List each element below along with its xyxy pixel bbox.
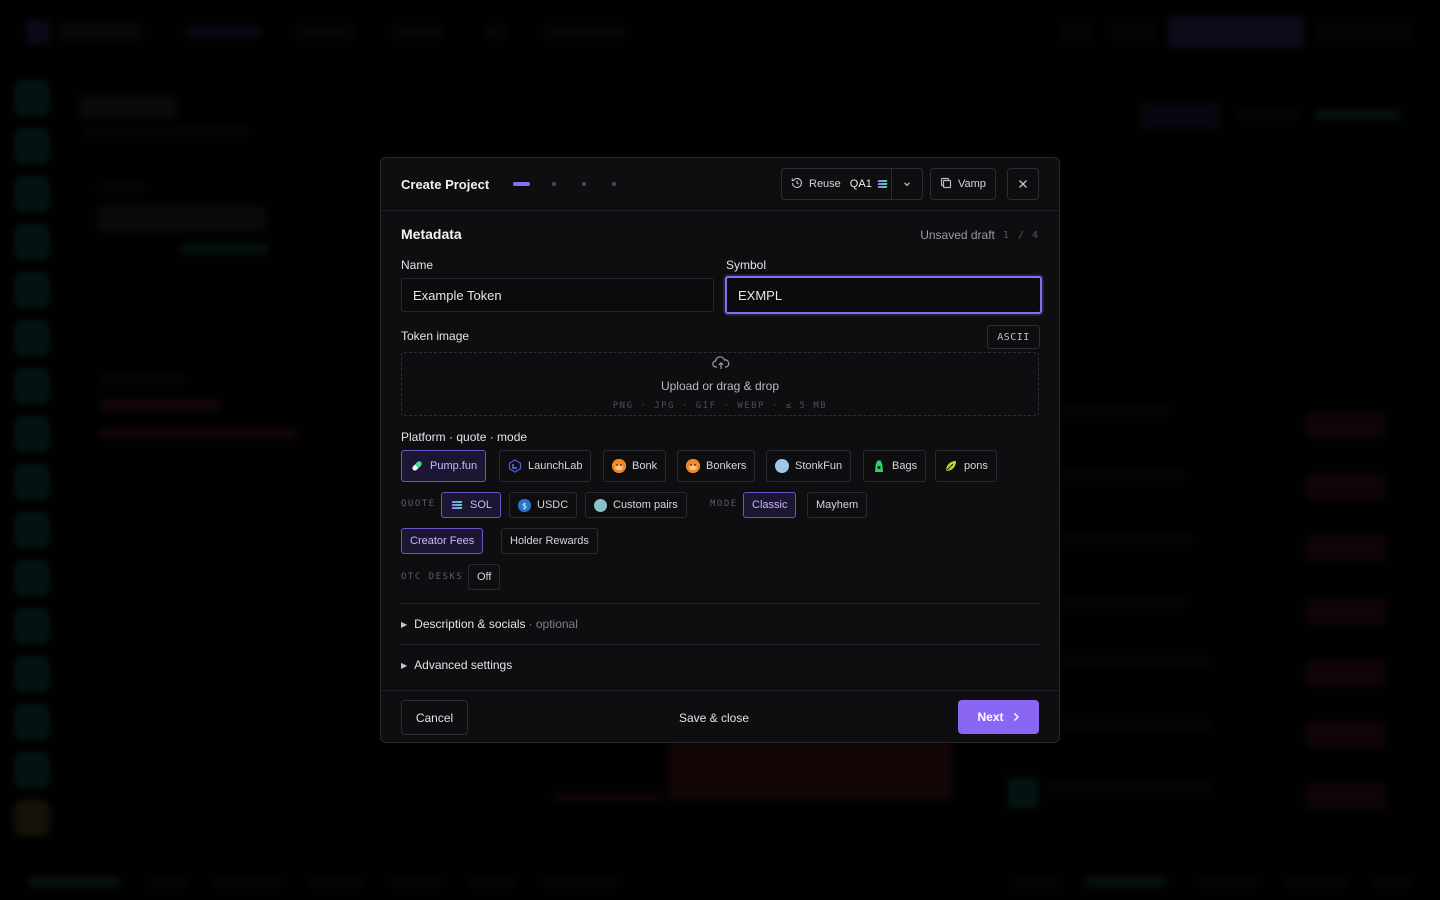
bonk-dog-icon <box>612 459 626 473</box>
divider <box>401 603 1039 604</box>
draft-status: Unsaved draft 1 / 4 <box>920 228 1039 242</box>
platform-chip-bonk[interactable]: Bonk <box>603 450 667 482</box>
mode-label: Classic <box>752 499 788 511</box>
solana-icon <box>451 501 463 509</box>
mode-chip-classic[interactable]: Classic <box>743 492 797 518</box>
page-separator: / <box>1017 229 1024 241</box>
name-label: Name <box>401 258 434 272</box>
fee-label: Creator Fees <box>410 535 475 547</box>
platform-label: Bonk <box>632 460 658 472</box>
quote-chip-usdc[interactable]: $ USDC <box>509 492 578 518</box>
symbol-input[interactable]: EXMPL <box>725 276 1042 314</box>
reuse-dropdown-toggle[interactable] <box>892 169 922 199</box>
pill-icon <box>410 459 424 473</box>
step-dot-4[interactable] <box>612 182 616 186</box>
upload-cloud-icon <box>712 356 730 369</box>
otc-desks-tag: OTC DESKS <box>401 572 464 582</box>
copy-icon <box>940 177 952 192</box>
token-image-label: Token image <box>401 329 470 343</box>
mode-tag: MODE <box>710 499 738 509</box>
section-title-metadata: Metadata <box>401 226 462 242</box>
launchlab-icon <box>508 459 522 473</box>
platform-label: Bonkers <box>706 460 747 472</box>
chevron-right-icon <box>1013 713 1019 721</box>
chevron-down-icon <box>904 182 910 187</box>
quote-label: Custom pairs <box>613 499 678 511</box>
platform-section-label: Platform · quote · mode <box>401 430 528 444</box>
mode-chip-mayhem[interactable]: Mayhem <box>807 492 868 518</box>
quote-chip-custom-pairs[interactable]: Custom pairs <box>585 492 687 518</box>
optional-hint: · optional <box>528 617 578 631</box>
platform-chip-bags[interactable]: Bags <box>863 450 927 482</box>
platform-label: pons <box>964 460 988 472</box>
mode-label: Mayhem <box>816 499 859 511</box>
vamp-button[interactable]: Vamp <box>930 168 996 200</box>
quote-label: SOL <box>470 499 493 511</box>
step-indicator <box>513 182 642 186</box>
modal-header: Create Project Reuse QA1 Vamp <box>381 158 1059 211</box>
name-input[interactable]: Example Token <box>401 278 714 312</box>
fee-chip-holder-rewards[interactable]: Holder Rewards <box>501 528 598 554</box>
pons-leaf-icon <box>944 459 958 473</box>
caret-right-icon: ▶ <box>401 619 408 629</box>
platform-label: Pump.fun <box>430 460 478 472</box>
otc-desks-toggle[interactable]: Off <box>468 564 501 590</box>
platform-chip-pons[interactable]: pons <box>935 450 997 482</box>
stonkfun-icon <box>775 459 789 473</box>
advanced-settings-label: Advanced settings <box>414 658 513 672</box>
page-current: 1 <box>1002 229 1010 241</box>
description-socials-toggle[interactable]: ▶ Description & socials · optional <box>401 617 578 631</box>
modal-title: Create Project <box>401 177 490 192</box>
usdc-icon: $ <box>518 498 531 512</box>
description-socials-label: Description & socials <box>414 617 526 631</box>
modal-footer: Cancel Save & close Next <box>381 690 1059 742</box>
ascii-button[interactable]: ASCII <box>987 325 1040 349</box>
page-total: 4 <box>1031 229 1039 241</box>
vamp-label: Vamp <box>958 178 986 190</box>
save-close-button[interactable]: Save & close <box>661 700 767 735</box>
bonkers-dog-icon <box>686 459 700 473</box>
platform-label: Bags <box>892 460 918 472</box>
step-dot-3[interactable] <box>582 182 586 186</box>
platform-label: StonkFun <box>795 460 843 472</box>
reuse-profile: QA1 <box>849 178 872 190</box>
fee-chip-creator-fees[interactable]: Creator Fees <box>401 528 484 554</box>
platform-chip-stonkfun[interactable]: StonkFun <box>766 450 852 482</box>
step-dot-2[interactable] <box>552 182 556 186</box>
upload-formats: PNG · JPG · GIF · WEBP · ≤ 5 MB <box>612 401 828 411</box>
svg-text:$: $ <box>522 501 527 510</box>
reuse-label: Reuse <box>809 178 841 190</box>
symbol-label: Symbol <box>726 258 767 272</box>
caret-right-icon: ▶ <box>401 660 408 670</box>
token-image-dropzone[interactable]: Upload or drag & drop PNG · JPG · GIF · … <box>401 352 1039 416</box>
platform-chip-pumpfun[interactable]: Pump.fun <box>401 450 487 482</box>
reuse-split-button: Reuse QA1 <box>781 168 923 200</box>
close-icon <box>1019 180 1027 188</box>
otc-desks-value: Off <box>477 571 492 583</box>
advanced-settings-toggle[interactable]: ▶ Advanced settings <box>401 658 512 672</box>
quote-label: USDC <box>537 499 569 511</box>
custom-pairs-icon <box>594 498 607 512</box>
reuse-button[interactable]: Reuse QA1 <box>782 169 892 199</box>
close-button[interactable] <box>1007 168 1039 200</box>
quote-chip-sol[interactable]: SOL <box>441 492 502 518</box>
history-icon <box>791 177 803 192</box>
next-label: Next <box>977 710 1004 724</box>
platform-chip-launchlab[interactable]: LaunchLab <box>499 450 592 482</box>
divider <box>401 644 1039 645</box>
next-button[interactable]: Next <box>958 700 1039 734</box>
platform-label: LaunchLab <box>528 460 583 472</box>
fee-label: Holder Rewards <box>510 535 589 547</box>
create-project-modal: Create Project Reuse QA1 Vamp Metadata U… <box>380 157 1060 743</box>
platform-chip-bonkers[interactable]: Bonkers <box>677 450 756 482</box>
solana-icon <box>877 180 888 188</box>
step-dot-1[interactable] <box>513 182 530 186</box>
cancel-button[interactable]: Cancel <box>401 700 468 735</box>
bag-icon <box>872 459 886 473</box>
upload-text: Upload or drag & drop <box>660 379 780 393</box>
quote-tag: QUOTE <box>401 499 436 509</box>
draft-status-text: Unsaved draft <box>920 228 995 242</box>
